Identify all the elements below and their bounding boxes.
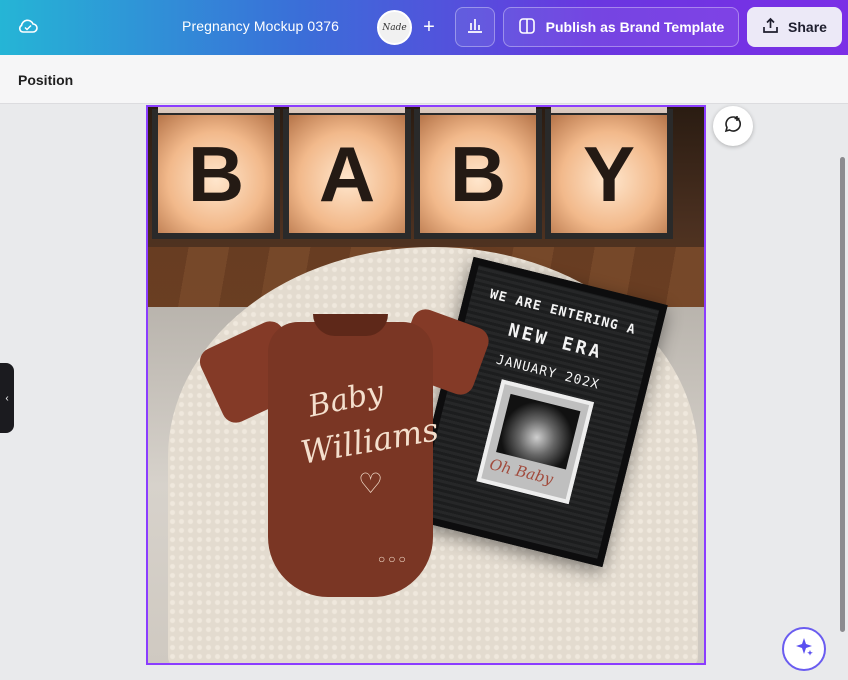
publish-brand-template-button[interactable]: Publish as Brand Template — [503, 7, 739, 47]
add-comment-icon — [722, 113, 744, 140]
onesie[interactable]: Baby Williams ♡ ○○○ — [195, 302, 493, 622]
cloud-save-button[interactable] — [13, 13, 43, 43]
vertical-scrollbar[interactable] — [840, 157, 845, 632]
ultrasound-photo: Oh Baby — [476, 379, 595, 505]
share-button[interactable]: Share — [747, 7, 842, 47]
bar-chart-icon — [466, 16, 484, 39]
block-letter: B — [449, 129, 507, 218]
sparkle-icon — [793, 636, 815, 663]
snap-buttons: ○○○ — [378, 552, 409, 566]
block-letter: Y — [582, 129, 636, 218]
light-block-2: A — [283, 107, 411, 239]
chevron-left-icon: ‹ — [5, 392, 9, 404]
top-bar: Pregnancy Mockup 0376 Nade + Publish as … — [0, 0, 848, 55]
context-toolbar: Position — [0, 55, 848, 104]
light-block-3: B — [414, 107, 542, 239]
add-comment-button[interactable] — [713, 106, 753, 146]
avatar[interactable]: Nade — [377, 10, 412, 45]
light-block-4: Y — [545, 107, 673, 239]
share-label: Share — [788, 19, 827, 35]
magic-assistant-button[interactable] — [782, 627, 826, 671]
ultrasound-image — [496, 393, 581, 470]
onesie-collar — [313, 314, 388, 336]
collapse-panel-handle[interactable]: ‹ — [0, 363, 14, 433]
upload-icon — [762, 17, 779, 37]
block-letter: B — [187, 129, 245, 218]
template-icon — [518, 17, 536, 38]
publish-label: Publish as Brand Template — [545, 19, 725, 35]
design-canvas[interactable]: B A B Y WE ARE ENTERING A NEW ERA JANUAR… — [146, 105, 706, 665]
add-collaborator-button[interactable]: + — [412, 10, 446, 44]
document-title[interactable]: Pregnancy Mockup 0376 — [182, 18, 339, 34]
cloud-icon — [17, 18, 39, 39]
light-block-1: B — [152, 107, 280, 239]
insights-button[interactable] — [455, 7, 495, 47]
block-letter: A — [318, 129, 376, 218]
position-button[interactable]: Position — [18, 72, 73, 88]
heart-icon: ♡ — [358, 468, 384, 499]
